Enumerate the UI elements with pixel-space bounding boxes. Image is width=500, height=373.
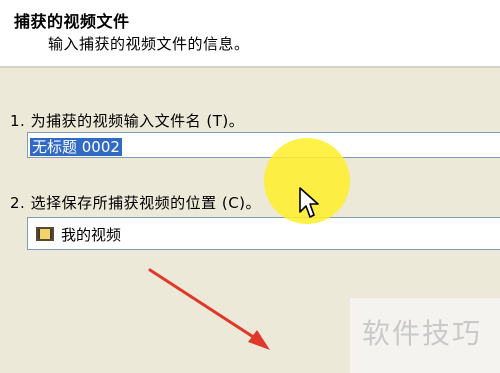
save-location-field[interactable]: 我的视频 xyxy=(27,217,500,250)
filename-label: 1. 为捕获的视频输入文件名 (T)。 xyxy=(10,112,245,130)
filename-input[interactable]: 无标题 0002 xyxy=(27,132,500,158)
watermark-text: 软件技巧 xyxy=(362,317,483,350)
mouse-pointer-icon xyxy=(299,187,319,218)
page-subtitle: 输入捕获的视频文件的信息。 xyxy=(48,35,250,53)
page-title: 捕获的视频文件 xyxy=(14,12,130,31)
filename-selected-text[interactable]: 无标题 0002 xyxy=(30,138,122,156)
wizard-header: 捕获的视频文件 输入捕获的视频文件的信息。 xyxy=(0,0,500,68)
video-folder-icon xyxy=(36,227,54,241)
location-label: 2. 选择保存所捕获视频的位置 (C)。 xyxy=(10,194,262,212)
location-value: 我的视频 xyxy=(61,226,122,244)
